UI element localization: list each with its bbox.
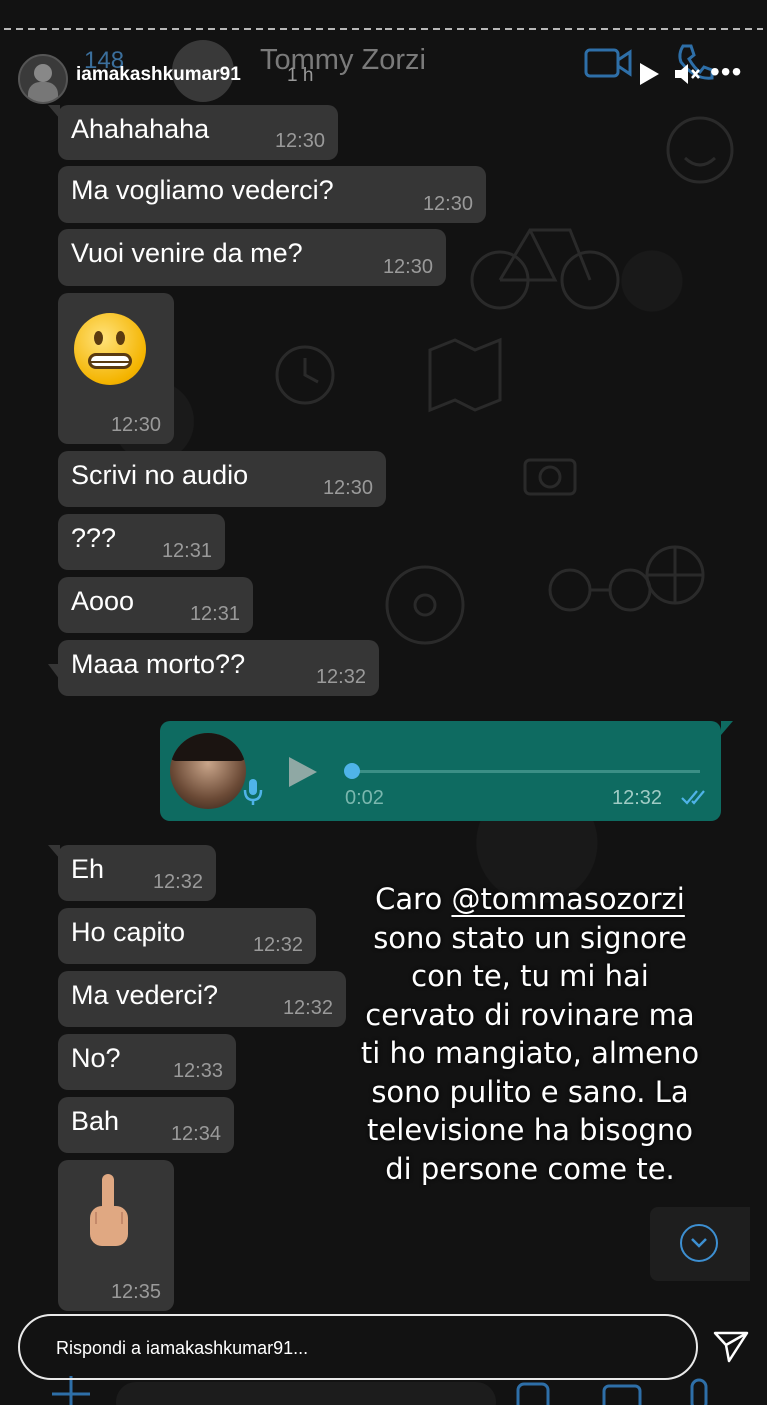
mention-link[interactable]: @tommasozorzi	[451, 882, 684, 916]
caption-prefix: Caro	[375, 882, 452, 916]
message-bubble: Ma vederci? 12:32	[58, 971, 346, 1027]
message-time: 12:32	[315, 666, 366, 688]
voice-progress-track[interactable]	[350, 770, 700, 773]
bubble-tail	[48, 664, 60, 680]
play-icon[interactable]	[636, 60, 662, 88]
story-caption: Caro @tommasozorzi sono stato un signore…	[320, 880, 740, 1188]
message-time: 12:31	[161, 540, 212, 562]
message-bubble: Eh 12:32	[48, 845, 216, 901]
message-time: 12:33	[172, 1060, 223, 1082]
story-time-ago: 1 h	[287, 65, 314, 86]
clock-icon	[275, 345, 335, 405]
story-header: 148 Tommy Zorzi iamakashkumar91 1 h •••	[0, 38, 767, 104]
video-call-icon	[584, 48, 632, 78]
message-bubble: Bah 12:34	[58, 1097, 234, 1153]
mute-icon[interactable]	[672, 60, 702, 88]
avatar-body	[28, 82, 58, 102]
avatar[interactable]	[18, 54, 68, 104]
message-time: 12:35	[110, 1281, 161, 1303]
bubble-tail	[721, 721, 733, 735]
emoji-eye	[116, 331, 125, 345]
message-text: Aooo	[71, 586, 135, 616]
message-text: ???	[71, 523, 117, 553]
caption-line: sono pulito e sano. La	[371, 1074, 689, 1109]
message-bubble: Scrivi no audio 12:30	[58, 451, 386, 507]
story-viewer: 148 Tommy Zorzi iamakashkumar91 1 h ••• …	[0, 0, 767, 1405]
emoji-teeth	[88, 353, 132, 369]
smiley-icon	[666, 116, 734, 184]
voice-duration: 0:02	[345, 787, 384, 809]
disc-icon	[385, 565, 465, 645]
message-text: Eh	[71, 854, 105, 884]
caption-line: televisione ha bisogno	[367, 1113, 693, 1147]
progress-segment	[385, 28, 763, 30]
bubble-tail	[48, 845, 60, 859]
emoji-eye	[94, 331, 103, 345]
grimacing-face-icon	[74, 313, 146, 385]
microphone-icon	[243, 779, 263, 805]
message-bubble: Maaa morto?? 12:32	[48, 640, 379, 696]
scroll-down-button[interactable]	[650, 1207, 750, 1281]
message-time: 12:32	[612, 787, 663, 809]
message-time: 12:34	[170, 1123, 221, 1145]
message-text: Vuoi venire da me?	[71, 238, 303, 268]
message-text: Ahahahaha	[71, 114, 210, 144]
voice-play-icon[interactable]	[286, 754, 320, 790]
message-text: No?	[71, 1043, 121, 1073]
chat-input-ghost	[52, 1376, 708, 1405]
bubble-tail	[48, 105, 60, 119]
camera-icon	[523, 458, 577, 496]
message-bubble: Ho capito 12:32	[58, 908, 316, 964]
contact-name: Tommy Zorzi	[260, 44, 426, 76]
voice-progress-knob[interactable]	[344, 763, 360, 779]
caption-line: ti ho mangiato, almeno	[360, 1036, 700, 1070]
message-text: Ma vederci?	[71, 980, 219, 1010]
voice-note-avatar	[170, 733, 246, 809]
avatar-hair	[170, 733, 246, 761]
emoji-message: 12:35	[58, 1160, 174, 1311]
map-icon	[428, 337, 502, 413]
message-time: 12:30	[382, 256, 433, 278]
caption-line: cervato di rovinare ma	[365, 997, 695, 1032]
message-time: 12:30	[274, 130, 325, 152]
message-time: 12:30	[110, 414, 161, 436]
caption-line: sono stato un signore	[373, 920, 687, 955]
avatar-head	[34, 64, 52, 82]
message-bubble: Vuoi venire da me? 12:30	[58, 229, 446, 286]
story-username[interactable]: iamakashkumar91	[76, 64, 241, 86]
message-bubble: Aooo 12:31	[58, 577, 253, 633]
basketball-icon	[645, 545, 705, 605]
message-time: 12:32	[152, 871, 203, 893]
message-bubble: Ma vogliamo vederci? 12:30	[58, 166, 486, 223]
message-time: 12:30	[422, 193, 473, 215]
progress-segment	[4, 28, 382, 30]
caption-line: Caro @tommasozorzi	[320, 880, 740, 919]
message-text: Maaa morto??	[71, 649, 246, 679]
send-icon[interactable]	[712, 1328, 750, 1364]
message-text: Ma vogliamo vederci?	[71, 175, 334, 205]
message-time: 12:30	[322, 477, 373, 499]
message-time: 12:31	[189, 603, 240, 625]
caption-line: con te, tu mi hai	[411, 959, 649, 993]
message-text: Scrivi no audio	[71, 460, 249, 490]
bicycle-icon	[470, 228, 620, 310]
story-progress	[4, 28, 763, 30]
reply-placeholder: Rispondi a iamakashkumar91...	[56, 1338, 309, 1358]
reply-input[interactable]: Rispondi a iamakashkumar91...	[18, 1314, 698, 1380]
message-text: Ho capito	[71, 917, 186, 947]
emoji-message: 12:30	[58, 293, 174, 444]
message-bubble: Ahahahaha 12:30	[48, 105, 338, 160]
message-text: Bah	[71, 1106, 120, 1136]
read-receipt-icon	[681, 790, 705, 805]
message-bubble: No? 12:33	[58, 1034, 236, 1090]
message-time: 12:32	[252, 934, 303, 956]
message-bubble: ??? 12:31	[58, 514, 225, 570]
caption-line: di persone come te.	[385, 1151, 675, 1186]
chevron-down-icon	[680, 1224, 718, 1262]
middle-finger-icon	[90, 1174, 128, 1246]
voice-note-message: 0:02 12:32	[160, 721, 733, 821]
